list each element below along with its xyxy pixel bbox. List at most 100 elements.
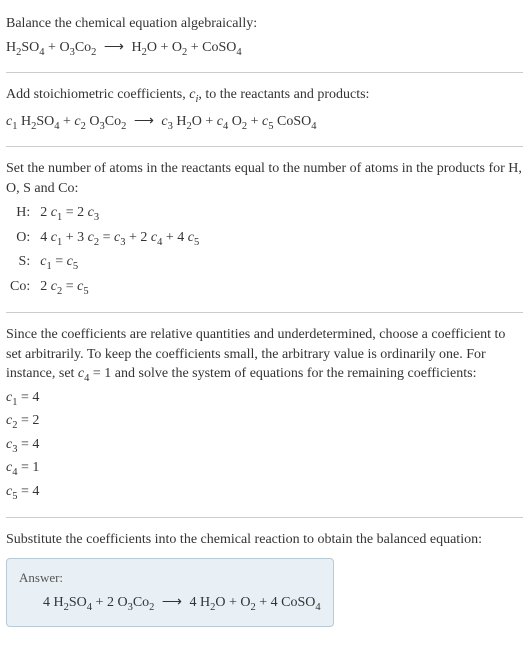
solution-line: c2 = 2 bbox=[6, 411, 523, 433]
sub: 2 bbox=[149, 602, 154, 613]
val: = 4 bbox=[17, 390, 39, 405]
arrow-icon: ⟶ bbox=[158, 595, 186, 610]
t: = bbox=[99, 230, 114, 245]
val: = 2 bbox=[17, 413, 39, 428]
table-row: S: c1 = c5 bbox=[6, 251, 203, 275]
solution-line: c1 = 4 bbox=[6, 388, 523, 410]
equation-cell: 2 c1 = 2 c3 bbox=[36, 202, 203, 226]
substitute-text: Substitute the coefficients into the che… bbox=[6, 530, 523, 550]
element-label: Co: bbox=[6, 276, 36, 300]
sp: CoSO bbox=[274, 114, 312, 129]
sp: O bbox=[86, 114, 100, 129]
val: = 1 bbox=[17, 460, 39, 475]
sp: O bbox=[192, 114, 202, 129]
divider bbox=[6, 146, 523, 147]
sub: 5 bbox=[73, 261, 78, 272]
t: SO bbox=[69, 595, 87, 610]
val: = 4 bbox=[17, 437, 39, 452]
t: = bbox=[52, 254, 67, 269]
divider bbox=[6, 517, 523, 518]
sp: SO bbox=[36, 114, 54, 129]
sub: 4 bbox=[315, 602, 320, 613]
t: + 2 bbox=[125, 230, 150, 245]
arrow-icon: ⟶ bbox=[130, 114, 158, 129]
reactant-1b: SO bbox=[21, 40, 39, 55]
table-row: H: 2 c1 = 2 c3 bbox=[6, 202, 203, 226]
plus: + bbox=[247, 114, 262, 129]
reactant-2a: O bbox=[59, 40, 69, 55]
sub: 2 bbox=[121, 120, 126, 131]
t: 4 bbox=[40, 230, 51, 245]
stoichiometric-section: Add stoichiometric coefficients, ci, to … bbox=[6, 79, 523, 140]
atoms-intro: Set the number of atoms in the reactants… bbox=[6, 159, 523, 198]
sub: 4 bbox=[236, 46, 241, 57]
plus: + bbox=[187, 40, 202, 55]
plus: + bbox=[202, 114, 217, 129]
sub: 4 bbox=[311, 120, 316, 131]
t: + 3 bbox=[62, 230, 87, 245]
plus: + bbox=[60, 114, 75, 129]
t: 4 H bbox=[43, 595, 64, 610]
val: = 4 bbox=[17, 484, 39, 499]
table-row: O: 4 c1 + 3 c2 = c3 + 2 c4 + 4 c5 bbox=[6, 227, 203, 251]
element-label: S: bbox=[6, 251, 36, 275]
answer-label: Answer: bbox=[19, 569, 321, 587]
t: O bbox=[215, 595, 225, 610]
text: Add stoichiometric coefficients, bbox=[6, 87, 189, 102]
sp: H bbox=[173, 114, 187, 129]
solution-line: c4 = 1 bbox=[6, 458, 523, 480]
product-2: O bbox=[172, 40, 182, 55]
sp: H bbox=[17, 114, 31, 129]
plus: + bbox=[157, 40, 172, 55]
divider bbox=[6, 312, 523, 313]
arrow-icon: ⟶ bbox=[100, 40, 128, 55]
sp: O bbox=[228, 114, 242, 129]
sub: 5 bbox=[194, 237, 199, 248]
reactant-2b: Co bbox=[75, 40, 91, 55]
text: , to the reactants and products: bbox=[198, 87, 369, 102]
equation-cell: 4 c1 + 3 c2 = c3 + 2 c4 + 4 c5 bbox=[36, 227, 203, 251]
plus: + bbox=[45, 40, 60, 55]
t: O bbox=[240, 595, 250, 610]
stoich-intro: Add stoichiometric coefficients, ci, to … bbox=[6, 85, 523, 107]
answer-box: Answer: 4 H2SO4 + 2 O3Co2 ⟶ 4 H2O + O2 +… bbox=[6, 558, 334, 627]
atom-balance-table: H: 2 c1 = 2 c3 O: 4 c1 + 3 c2 = c3 + 2 c… bbox=[6, 202, 203, 300]
text: = 1 and solve the system of equations fo… bbox=[89, 366, 476, 381]
equation-cell: c1 = c5 bbox=[36, 251, 203, 275]
reactant-1a: H bbox=[6, 40, 16, 55]
balanced-equation: 4 H2SO4 + 2 O3Co2 ⟶ 4 H2O + O2 + 4 CoSO4 bbox=[19, 593, 321, 615]
product-1b: O bbox=[147, 40, 157, 55]
underdetermined-text: Since the coefficients are relative quan… bbox=[6, 325, 523, 387]
title-text: Balance the chemical equation algebraica… bbox=[6, 14, 523, 34]
solution-line: c3 = 4 bbox=[6, 435, 523, 457]
t: 2 O bbox=[107, 595, 128, 610]
sub: 2 bbox=[91, 46, 96, 57]
plus: + bbox=[225, 595, 240, 610]
element-label: H: bbox=[6, 202, 36, 226]
t: Co bbox=[133, 595, 149, 610]
element-label: O: bbox=[6, 227, 36, 251]
t: 2 bbox=[40, 205, 51, 220]
atom-balance-section: Set the number of atoms in the reactants… bbox=[6, 153, 523, 306]
t: = bbox=[62, 279, 77, 294]
t: 4 CoSO bbox=[271, 595, 316, 610]
t: 2 bbox=[40, 279, 51, 294]
answer-section: Substitute the coefficients into the che… bbox=[6, 524, 523, 632]
divider bbox=[6, 72, 523, 73]
solve-section: Since the coefficients are relative quan… bbox=[6, 319, 523, 511]
problem-statement: Balance the chemical equation algebraica… bbox=[6, 8, 523, 66]
sub: 3 bbox=[94, 212, 99, 223]
unbalanced-equation: H2SO4 + O3Co2 ⟶ H2O + O2 + CoSO4 bbox=[6, 38, 523, 60]
plus: + bbox=[92, 595, 107, 610]
t: = 2 bbox=[62, 205, 87, 220]
equation-cell: 2 c2 = c5 bbox=[36, 276, 203, 300]
t: + 4 bbox=[162, 230, 187, 245]
plus: + bbox=[256, 595, 271, 610]
product-1a: H bbox=[131, 40, 141, 55]
product-3: CoSO bbox=[202, 40, 236, 55]
table-row: Co: 2 c2 = c5 bbox=[6, 276, 203, 300]
stoichiometric-equation: c1 H2SO4 + c2 O3Co2 ⟶ c3 H2O + c4 O2 + c… bbox=[6, 112, 523, 134]
sp: Co bbox=[105, 114, 121, 129]
solution-line: c5 = 4 bbox=[6, 482, 523, 504]
sub: 5 bbox=[83, 285, 88, 296]
